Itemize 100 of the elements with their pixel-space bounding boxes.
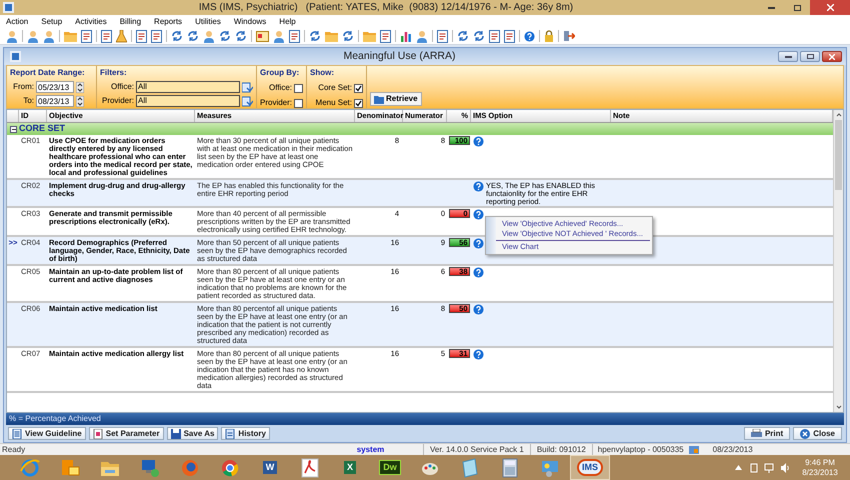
bar-chart-icon[interactable]: [400, 30, 412, 42]
status-date: 08/23/2013: [712, 444, 754, 456]
browser-icon[interactable]: [220, 458, 240, 478]
help-icon[interactable]: [473, 209, 484, 220]
cycle-icon[interactable]: [171, 30, 183, 42]
cycle-icon[interactable]: [457, 30, 469, 42]
document-icon[interactable]: [81, 30, 92, 42]
save-icon: [170, 428, 181, 438]
document-icon[interactable]: [380, 30, 391, 42]
exit-icon[interactable]: [563, 30, 575, 42]
retrieve-button[interactable]: Retrieve: [370, 92, 422, 106]
document-icon: [12, 428, 22, 438]
date-field[interactable]: 08/23/13: [36, 95, 74, 107]
menu-gutter: [486, 217, 496, 254]
section-label: Filters:: [100, 67, 128, 79]
excel-app-icon[interactable]: X: [344, 461, 356, 474]
document-icon[interactable]: [151, 30, 162, 42]
date-field[interactable]: 05/23/13: [36, 81, 74, 93]
calculator-icon[interactable]: [502, 458, 518, 478]
menu-item[interactable]: Reports: [154, 16, 182, 28]
cycle-icon[interactable]: [473, 30, 485, 42]
checkbox-label: Core Set:: [318, 82, 352, 94]
field-label: From:: [12, 81, 34, 93]
speaker-icon[interactable]: [780, 462, 790, 472]
document-icon: [92, 428, 103, 438]
folder-icon: [374, 94, 384, 104]
ims-app-icon[interactable]: IMS: [576, 459, 603, 476]
printer-icon: [750, 428, 762, 438]
person-icon[interactable]: [6, 30, 18, 42]
menu-item[interactable]: Utilities: [195, 16, 221, 28]
picker-icon[interactable]: [242, 82, 253, 92]
document-icon[interactable]: [289, 30, 300, 42]
help-icon[interactable]: [473, 181, 484, 192]
menu-item[interactable]: Windows: [234, 16, 266, 28]
group-row[interactable]: CORE SET: [7, 123, 833, 135]
toolbar-button[interactable]: History: [221, 427, 270, 440]
help-icon[interactable]: [473, 136, 484, 147]
document-icon[interactable]: [437, 30, 448, 42]
menu-item[interactable]: Billing: [120, 16, 142, 28]
checkbox-label: Provider:: [260, 97, 292, 109]
scrollbar-thumb[interactable]: [835, 120, 842, 190]
checkbox-label: Office:: [269, 82, 292, 94]
mail-icon[interactable]: [60, 458, 80, 478]
picker-icon[interactable]: [242, 96, 253, 106]
close-button[interactable]: [822, 51, 842, 62]
flask-icon[interactable]: [116, 30, 127, 42]
lock-icon[interactable]: [544, 30, 554, 42]
restore-button[interactable]: [800, 51, 820, 62]
cycle-icon[interactable]: [235, 30, 247, 42]
person-icon[interactable]: [416, 30, 428, 42]
toolbar-button[interactable]: Close: [793, 427, 842, 440]
document-icon[interactable]: [136, 30, 147, 42]
close-icon: [826, 4, 834, 11]
group-label: CORE SET: [19, 122, 66, 136]
cycle-icon[interactable]: [309, 30, 321, 42]
dw-app-icon[interactable]: Dw: [379, 460, 401, 475]
checkbox[interactable]: [354, 84, 363, 92]
collapse-icon[interactable]: [10, 126, 17, 132]
help-icon[interactable]: [473, 304, 484, 315]
menu-item[interactable]: Help: [279, 16, 296, 28]
person-icon[interactable]: [27, 30, 39, 42]
checkbox[interactable]: [294, 98, 303, 108]
toolbar-button[interactable]: View Guideline: [8, 427, 86, 440]
app-icon[interactable]: [3, 2, 14, 13]
spinner-icon[interactable]: [76, 82, 84, 92]
help-icon[interactable]: [473, 349, 484, 360]
document-icon[interactable]: [101, 30, 112, 42]
menu-item[interactable]: Activities: [75, 16, 107, 28]
close-button[interactable]: [810, 0, 850, 15]
toolbar-button[interactable]: Save As: [166, 427, 218, 440]
filter-field[interactable]: All: [136, 81, 240, 93]
person-icon[interactable]: [203, 30, 215, 42]
toolbar-button[interactable]: Set Parameter: [88, 427, 164, 440]
menu-item[interactable]: Action: [6, 16, 28, 28]
person-icon[interactable]: [43, 30, 55, 42]
minimize-button[interactable]: [778, 51, 798, 62]
cycle-icon[interactable]: [342, 30, 354, 42]
checkbox[interactable]: [294, 84, 303, 92]
toolbar-button[interactable]: Print: [744, 427, 790, 440]
person-icon[interactable]: [273, 30, 285, 42]
close-icon: [800, 428, 810, 438]
card-icon[interactable]: [256, 30, 269, 42]
scrollbar[interactable]: [833, 110, 843, 412]
menu-item[interactable]: Setup: [41, 16, 62, 28]
checkbox[interactable]: [354, 98, 363, 108]
document-icon[interactable]: [489, 30, 500, 42]
section-label: Show:: [310, 67, 335, 79]
close-icon: [829, 54, 835, 60]
word-app-icon[interactable]: W: [262, 461, 278, 474]
cycle-icon[interactable]: [219, 30, 231, 42]
help-icon[interactable]: [473, 238, 484, 249]
spinner-icon[interactable]: [76, 96, 84, 106]
pdf-icon[interactable]: [301, 458, 319, 478]
help-icon[interactable]: [473, 267, 484, 278]
tray-arrow-icon[interactable]: [735, 465, 742, 470]
help-icon[interactable]: [524, 30, 535, 42]
filter-field[interactable]: All: [136, 95, 240, 107]
document-icon[interactable]: [504, 30, 515, 42]
cycle-icon[interactable]: [187, 30, 199, 42]
window-title: Meaningful Use (ARRA): [343, 50, 456, 62]
